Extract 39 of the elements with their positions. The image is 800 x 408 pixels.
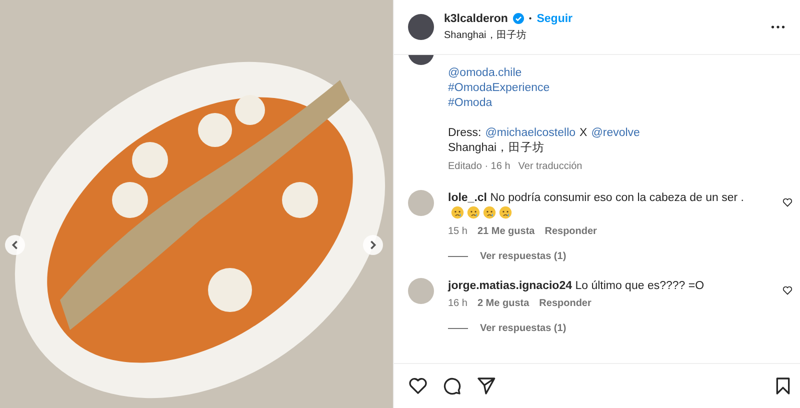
more-options-icon[interactable] bbox=[771, 25, 785, 29]
likes-link[interactable]: 21 Me gusta bbox=[477, 226, 535, 237]
comment-text: No podría consumir eso con la cabeza de un ser . bbox=[490, 192, 744, 204]
comment-username[interactable]: lole_.cl bbox=[448, 192, 487, 204]
edited-time: Editado · 16 h bbox=[448, 160, 510, 174]
likes-link[interactable]: 2 Me gusta bbox=[477, 298, 530, 309]
heart-icon[interactable] bbox=[408, 376, 428, 396]
comment-icon[interactable] bbox=[442, 376, 462, 396]
view-replies-link[interactable]: Ver respuestas (1) bbox=[480, 323, 566, 334]
crying-face-icon bbox=[499, 206, 512, 219]
location-text[interactable]: Shanghai，田子坊 bbox=[444, 28, 761, 42]
mention-link[interactable]: @revolve bbox=[591, 126, 640, 141]
separator-dot: • bbox=[528, 14, 532, 23]
previous-button[interactable] bbox=[5, 235, 25, 255]
follow-link[interactable]: Seguir bbox=[536, 12, 573, 24]
next-button[interactable] bbox=[363, 235, 383, 255]
send-icon[interactable] bbox=[476, 376, 496, 396]
comment-time: 16 h bbox=[448, 298, 468, 309]
reply-link[interactable]: Responder bbox=[544, 226, 597, 237]
avatar[interactable] bbox=[408, 14, 434, 40]
mention-link[interactable]: @michaelcostello bbox=[485, 126, 576, 141]
caption-link[interactable]: @omoda.chile bbox=[448, 66, 800, 81]
heart-icon[interactable] bbox=[782, 285, 793, 296]
crying-face-icon bbox=[483, 206, 496, 219]
caption-link[interactable]: #OmodaExperience bbox=[448, 81, 800, 96]
crying-face-icon bbox=[467, 206, 480, 219]
crying-face-icon bbox=[451, 206, 464, 219]
joiner-text: X bbox=[580, 126, 588, 141]
comment-text: Lo último que es???? =O bbox=[575, 280, 704, 292]
translate-link[interactable]: Ver traducción bbox=[518, 160, 582, 174]
comment-username[interactable]: jorge.matias.ignacio24 bbox=[448, 280, 572, 292]
view-replies-link[interactable]: Ver respuestas (1) bbox=[480, 251, 566, 262]
dress-label: Dress: bbox=[448, 126, 482, 141]
reply-link[interactable]: Responder bbox=[539, 298, 592, 309]
caption-link[interactable]: #Omoda bbox=[448, 96, 800, 111]
comment-time: 15 h bbox=[448, 226, 468, 237]
heart-icon[interactable] bbox=[782, 197, 793, 208]
username[interactable]: k3lcalderon bbox=[444, 12, 508, 24]
caption-place: Shanghai，田子坊 bbox=[448, 141, 546, 156]
